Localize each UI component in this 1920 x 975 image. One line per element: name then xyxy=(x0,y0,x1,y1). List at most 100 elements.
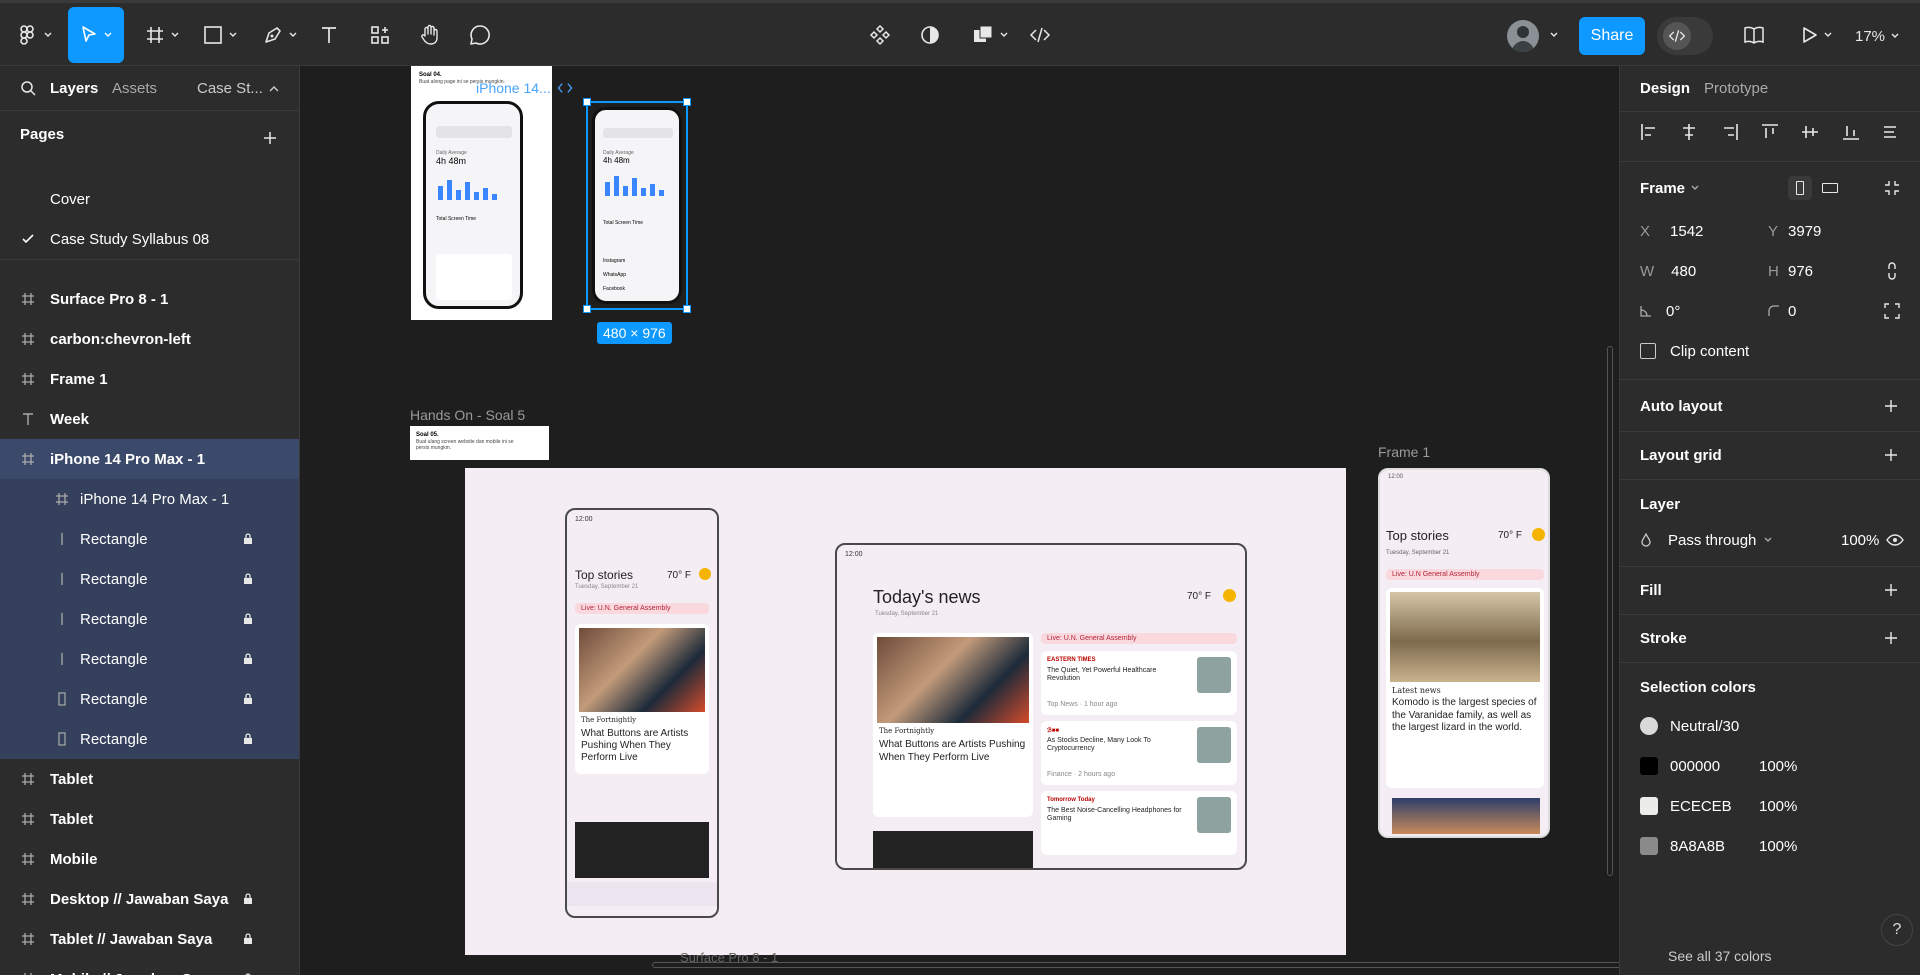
color-swatch[interactable] xyxy=(1640,837,1658,855)
selected-frame-label[interactable]: iPhone 14... xyxy=(476,80,573,96)
color-swatch[interactable] xyxy=(1640,757,1658,775)
layer-item[interactable]: Week xyxy=(0,399,299,439)
add-stroke-icon[interactable] xyxy=(1884,631,1898,645)
x-input[interactable]: 1542 xyxy=(1670,223,1703,240)
layer-item[interactable]: Rectangle xyxy=(0,519,299,559)
align-horizontal-center-icon[interactable] xyxy=(1680,123,1698,141)
share-button[interactable]: Share xyxy=(1579,17,1645,55)
selection-color-row[interactable]: 8A8A8B 100% xyxy=(1640,834,1900,858)
resize-handle[interactable] xyxy=(683,305,691,313)
lock-icon[interactable] xyxy=(243,533,253,545)
layer-item[interactable]: Rectangle xyxy=(0,599,299,639)
visibility-eye-icon[interactable] xyxy=(1886,534,1904,546)
align-left-icon[interactable] xyxy=(1640,123,1658,141)
text-tool-button[interactable] xyxy=(317,7,341,63)
layer-item[interactable]: Rectangle xyxy=(0,639,299,679)
tab-prototype[interactable]: Prototype xyxy=(1704,80,1768,97)
rotation-input[interactable]: 0° xyxy=(1666,303,1680,320)
selection-color-row[interactable]: ECECEB 100% xyxy=(1640,794,1900,818)
layer-item[interactable]: Rectangle xyxy=(0,559,299,599)
layer-item[interactable]: Rectangle xyxy=(0,719,299,759)
resize-handle[interactable] xyxy=(583,98,591,106)
frame-tool-button[interactable] xyxy=(140,7,184,63)
lock-icon[interactable] xyxy=(243,693,253,705)
move-tool-button[interactable] xyxy=(68,7,124,63)
layer-item[interactable]: Frame 1 xyxy=(0,359,299,399)
code-button[interactable] xyxy=(1028,7,1052,63)
tab-assets[interactable]: Assets xyxy=(112,80,157,97)
frame1-label[interactable]: Frame 1 xyxy=(1378,444,1430,460)
w-input[interactable]: 480 xyxy=(1671,263,1696,280)
help-button[interactable]: ? xyxy=(1881,914,1913,946)
tab-layers[interactable]: Layers xyxy=(50,80,98,97)
layer-item[interactable]: Tablet // Jawaban Saya xyxy=(0,919,299,959)
align-vertical-center-icon[interactable] xyxy=(1801,123,1819,141)
layer-item[interactable]: Mobile xyxy=(0,839,299,879)
selection-color-row[interactable]: Neutral/30 xyxy=(1640,714,1900,738)
layer-item[interactable]: Desktop // Jawaban Saya xyxy=(0,879,299,919)
add-page-icon[interactable] xyxy=(263,131,277,145)
page-switcher[interactable]: Case St... xyxy=(197,80,263,97)
resize-handle[interactable] xyxy=(683,98,691,106)
opacity-input[interactable]: 100% xyxy=(1841,532,1879,549)
layer-item[interactable]: iPhone 14 Pro Max - 1 xyxy=(0,439,299,479)
distribute-icon[interactable] xyxy=(1882,123,1900,141)
lock-icon[interactable] xyxy=(243,893,253,905)
present-button[interactable] xyxy=(1797,7,1837,63)
layer-item[interactable]: Tablet xyxy=(0,799,299,839)
hands-on-label[interactable]: Hands On - Soal 5 xyxy=(410,407,525,423)
landscape-toggle[interactable] xyxy=(1818,176,1842,200)
blend-mode-select[interactable]: Pass through xyxy=(1668,532,1756,549)
zoom-control[interactable]: 17% xyxy=(1855,17,1899,55)
radius-input[interactable]: 0 xyxy=(1788,303,1796,320)
resize-handle[interactable] xyxy=(583,305,591,313)
clip-content-checkbox[interactable] xyxy=(1640,343,1656,359)
shape-tool-button[interactable] xyxy=(198,7,242,63)
layer-item[interactable]: Surface Pro 8 - 1 xyxy=(0,279,299,319)
soal4-frame[interactable]: Soal 04. Buat along page ini se persis m… xyxy=(411,66,552,320)
boolean-button[interactable] xyxy=(968,7,1012,63)
components-button[interactable] xyxy=(868,7,892,63)
tab-design[interactable]: Design xyxy=(1640,80,1690,97)
color-swatch[interactable] xyxy=(1640,797,1658,815)
lock-icon[interactable] xyxy=(243,733,253,745)
align-bottom-icon[interactable] xyxy=(1842,123,1860,141)
add-auto-layout-icon[interactable] xyxy=(1884,399,1898,413)
design-canvas[interactable]: Soal 04. Buat along page ini se persis m… xyxy=(300,66,1619,975)
pen-tool-button[interactable] xyxy=(258,7,302,63)
resources-button[interactable] xyxy=(368,7,392,63)
independent-corners-icon[interactable] xyxy=(1884,303,1900,319)
surface-pro-frame[interactable]: 12:00 Top stories 70° F Tuesday, Septemb… xyxy=(465,468,1346,955)
layer-item[interactable]: Tablet xyxy=(0,759,299,799)
main-menu-button[interactable] xyxy=(12,7,56,63)
soal5-frame[interactable]: Soal 05. Buat ulang screen website dan m… xyxy=(410,426,549,460)
portrait-toggle[interactable] xyxy=(1788,176,1812,200)
layer-item[interactable]: carbon:chevron-left xyxy=(0,319,299,359)
hand-tool-button[interactable] xyxy=(418,7,442,63)
dev-mode-toggle[interactable] xyxy=(1657,17,1713,55)
layer-item[interactable]: iPhone 14 Pro Max - 1 xyxy=(0,479,299,519)
align-top-icon[interactable] xyxy=(1761,123,1779,141)
selected-frame[interactable]: Daily Average 4h 48m Total Screen Time I… xyxy=(583,98,691,313)
add-layout-grid-icon[interactable] xyxy=(1884,448,1898,462)
align-right-icon[interactable] xyxy=(1721,123,1739,141)
frame-section-label[interactable]: Frame xyxy=(1640,180,1685,197)
h-input[interactable]: 976 xyxy=(1788,263,1813,280)
lock-icon[interactable] xyxy=(243,613,253,625)
color-swatch[interactable] xyxy=(1640,717,1658,735)
selection-color-row[interactable]: 000000 100% xyxy=(1640,754,1900,778)
layer-item[interactable]: Mobile // Jawaban Saya xyxy=(0,959,299,975)
theme-button[interactable] xyxy=(918,7,942,63)
lock-icon[interactable] xyxy=(243,573,253,585)
page-item-case-study[interactable]: Case Study Syllabus 08 xyxy=(0,219,299,259)
resize-to-fit-icon[interactable] xyxy=(1884,180,1900,196)
avatar[interactable] xyxy=(1507,20,1539,52)
frame1-news-mock[interactable]: 12:00 Top stories 70° F Tuesday, Septemb… xyxy=(1378,468,1550,838)
comment-tool-button[interactable] xyxy=(468,7,492,63)
search-icon[interactable] xyxy=(20,80,36,96)
add-fill-icon[interactable] xyxy=(1884,583,1898,597)
y-input[interactable]: 3979 xyxy=(1788,223,1821,240)
avatar-menu-chevron[interactable] xyxy=(1547,7,1561,63)
layer-item[interactable]: Rectangle xyxy=(0,679,299,719)
library-button[interactable] xyxy=(1742,7,1766,63)
